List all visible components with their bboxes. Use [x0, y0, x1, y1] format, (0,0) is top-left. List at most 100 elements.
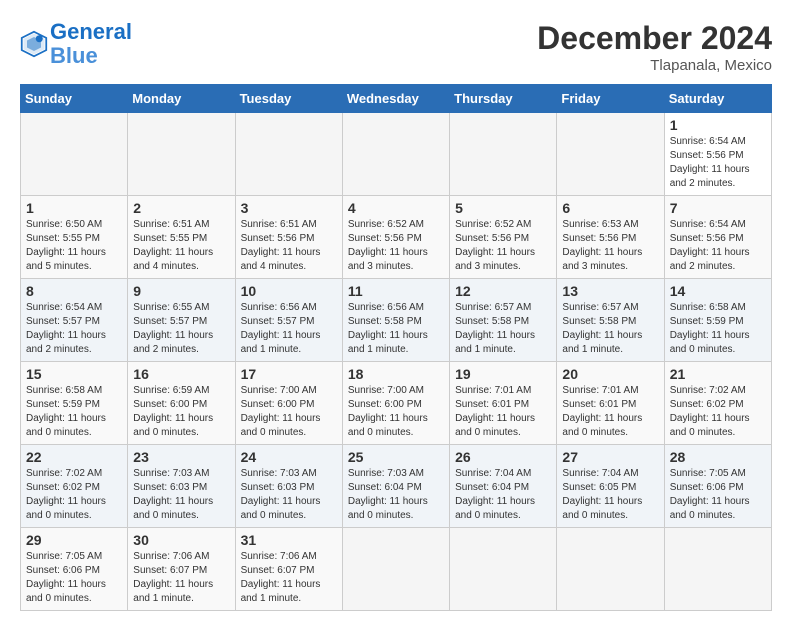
calendar-day-cell: 1 Sunrise: 6:54 AM Sunset: 5:56 PM Dayli…: [664, 113, 771, 196]
day-info: Sunrise: 7:02 AM Sunset: 6:02 PM Dayligh…: [670, 384, 766, 440]
day-number: 18: [348, 366, 444, 382]
empty-cell: [557, 528, 664, 611]
day-info: Sunrise: 6:58 AM Sunset: 5:59 PM Dayligh…: [670, 301, 766, 357]
calendar-day-cell: 30 Sunrise: 7:06 AM Sunset: 6:07 PM Dayl…: [128, 528, 235, 611]
calendar-day-cell: 11 Sunrise: 6:56 AM Sunset: 5:58 PM Dayl…: [342, 279, 449, 362]
day-info: Sunrise: 6:53 AM Sunset: 5:56 PM Dayligh…: [562, 218, 658, 274]
day-number: 11: [348, 283, 444, 299]
calendar-week-row: 1 Sunrise: 6:50 AM Sunset: 5:55 PM Dayli…: [21, 196, 772, 279]
day-number: 12: [455, 283, 551, 299]
calendar-day-cell: 10 Sunrise: 6:56 AM Sunset: 5:57 PM Dayl…: [235, 279, 342, 362]
calendar-day-cell: 16 Sunrise: 6:59 AM Sunset: 6:00 PM Dayl…: [128, 362, 235, 445]
weekday-header-row: SundayMondayTuesdayWednesdayThursdayFrid…: [21, 85, 772, 113]
day-number: 19: [455, 366, 551, 382]
calendar-day-cell: 25 Sunrise: 7:03 AM Sunset: 6:04 PM Dayl…: [342, 445, 449, 528]
calendar-day-cell: 21 Sunrise: 7:02 AM Sunset: 6:02 PM Dayl…: [664, 362, 771, 445]
day-number: 20: [562, 366, 658, 382]
weekday-header-sunday: Sunday: [21, 85, 128, 113]
day-info: Sunrise: 7:00 AM Sunset: 6:00 PM Dayligh…: [241, 384, 337, 440]
day-number: 27: [562, 449, 658, 465]
day-info: Sunrise: 6:54 AM Sunset: 5:57 PM Dayligh…: [26, 301, 122, 357]
day-number: 6: [562, 200, 658, 216]
calendar-week-row: 8 Sunrise: 6:54 AM Sunset: 5:57 PM Dayli…: [21, 279, 772, 362]
day-number: 25: [348, 449, 444, 465]
day-number: 31: [241, 532, 337, 548]
day-number: 1: [670, 117, 766, 133]
empty-cell: [235, 113, 342, 196]
calendar-day-cell: 2 Sunrise: 6:51 AM Sunset: 5:55 PM Dayli…: [128, 196, 235, 279]
day-number: 14: [670, 283, 766, 299]
empty-cell: [664, 528, 771, 611]
day-info: Sunrise: 6:56 AM Sunset: 5:57 PM Dayligh…: [241, 301, 337, 357]
empty-cell: [21, 113, 128, 196]
day-number: 1: [26, 200, 122, 216]
calendar-table: SundayMondayTuesdayWednesdayThursdayFrid…: [20, 84, 772, 611]
weekday-header-tuesday: Tuesday: [235, 85, 342, 113]
day-number: 3: [241, 200, 337, 216]
day-number: 8: [26, 283, 122, 299]
day-info: Sunrise: 6:58 AM Sunset: 5:59 PM Dayligh…: [26, 384, 122, 440]
day-info: Sunrise: 7:03 AM Sunset: 6:04 PM Dayligh…: [348, 467, 444, 523]
month-title: December 2024: [537, 20, 772, 57]
day-info: Sunrise: 6:57 AM Sunset: 5:58 PM Dayligh…: [562, 301, 658, 357]
day-number: 15: [26, 366, 122, 382]
calendar-day-cell: 8 Sunrise: 6:54 AM Sunset: 5:57 PM Dayli…: [21, 279, 128, 362]
title-block: December 2024 Tlapanala, Mexico: [537, 20, 772, 74]
calendar-week-row: 1 Sunrise: 6:54 AM Sunset: 5:56 PM Dayli…: [21, 113, 772, 196]
day-info: Sunrise: 6:51 AM Sunset: 5:56 PM Dayligh…: [241, 218, 337, 274]
calendar-day-cell: 24 Sunrise: 7:03 AM Sunset: 6:03 PM Dayl…: [235, 445, 342, 528]
day-info: Sunrise: 6:54 AM Sunset: 5:56 PM Dayligh…: [670, 218, 766, 274]
day-info: Sunrise: 6:52 AM Sunset: 5:56 PM Dayligh…: [455, 218, 551, 274]
day-number: 26: [455, 449, 551, 465]
day-number: 24: [241, 449, 337, 465]
day-number: 23: [133, 449, 229, 465]
day-number: 21: [670, 366, 766, 382]
calendar-day-cell: 28 Sunrise: 7:05 AM Sunset: 6:06 PM Dayl…: [664, 445, 771, 528]
calendar-day-cell: 18 Sunrise: 7:00 AM Sunset: 6:00 PM Dayl…: [342, 362, 449, 445]
logo-text: GeneralBlue: [50, 20, 132, 68]
day-info: Sunrise: 7:01 AM Sunset: 6:01 PM Dayligh…: [455, 384, 551, 440]
empty-cell: [342, 113, 449, 196]
calendar-day-cell: 9 Sunrise: 6:55 AM Sunset: 5:57 PM Dayli…: [128, 279, 235, 362]
day-info: Sunrise: 7:06 AM Sunset: 6:07 PM Dayligh…: [133, 550, 229, 606]
day-info: Sunrise: 6:56 AM Sunset: 5:58 PM Dayligh…: [348, 301, 444, 357]
calendar-day-cell: 23 Sunrise: 7:03 AM Sunset: 6:03 PM Dayl…: [128, 445, 235, 528]
calendar-day-cell: 14 Sunrise: 6:58 AM Sunset: 5:59 PM Dayl…: [664, 279, 771, 362]
day-number: 17: [241, 366, 337, 382]
weekday-header-saturday: Saturday: [664, 85, 771, 113]
calendar-day-cell: 22 Sunrise: 7:02 AM Sunset: 6:02 PM Dayl…: [21, 445, 128, 528]
day-info: Sunrise: 7:02 AM Sunset: 6:02 PM Dayligh…: [26, 467, 122, 523]
day-info: Sunrise: 7:05 AM Sunset: 6:06 PM Dayligh…: [26, 550, 122, 606]
calendar-week-row: 15 Sunrise: 6:58 AM Sunset: 5:59 PM Dayl…: [21, 362, 772, 445]
logo-icon: [20, 30, 48, 58]
day-info: Sunrise: 6:51 AM Sunset: 5:55 PM Dayligh…: [133, 218, 229, 274]
calendar-day-cell: 20 Sunrise: 7:01 AM Sunset: 6:01 PM Dayl…: [557, 362, 664, 445]
calendar-day-cell: 26 Sunrise: 7:04 AM Sunset: 6:04 PM Dayl…: [450, 445, 557, 528]
day-info: Sunrise: 6:54 AM Sunset: 5:56 PM Dayligh…: [670, 135, 766, 191]
day-info: Sunrise: 6:52 AM Sunset: 5:56 PM Dayligh…: [348, 218, 444, 274]
day-number: 29: [26, 532, 122, 548]
day-number: 16: [133, 366, 229, 382]
calendar-day-cell: 7 Sunrise: 6:54 AM Sunset: 5:56 PM Dayli…: [664, 196, 771, 279]
empty-cell: [450, 528, 557, 611]
day-info: Sunrise: 6:59 AM Sunset: 6:00 PM Dayligh…: [133, 384, 229, 440]
calendar-day-cell: 4 Sunrise: 6:52 AM Sunset: 5:56 PM Dayli…: [342, 196, 449, 279]
day-number: 4: [348, 200, 444, 216]
empty-cell: [342, 528, 449, 611]
calendar-day-cell: 27 Sunrise: 7:04 AM Sunset: 6:05 PM Dayl…: [557, 445, 664, 528]
day-number: 30: [133, 532, 229, 548]
weekday-header-friday: Friday: [557, 85, 664, 113]
calendar-day-cell: 6 Sunrise: 6:53 AM Sunset: 5:56 PM Dayli…: [557, 196, 664, 279]
calendar-day-cell: 15 Sunrise: 6:58 AM Sunset: 5:59 PM Dayl…: [21, 362, 128, 445]
day-number: 2: [133, 200, 229, 216]
day-number: 13: [562, 283, 658, 299]
day-number: 5: [455, 200, 551, 216]
weekday-header-wednesday: Wednesday: [342, 85, 449, 113]
calendar-week-row: 29 Sunrise: 7:05 AM Sunset: 6:06 PM Dayl…: [21, 528, 772, 611]
calendar-day-cell: 13 Sunrise: 6:57 AM Sunset: 5:58 PM Dayl…: [557, 279, 664, 362]
calendar-day-cell: 5 Sunrise: 6:52 AM Sunset: 5:56 PM Dayli…: [450, 196, 557, 279]
day-info: Sunrise: 6:57 AM Sunset: 5:58 PM Dayligh…: [455, 301, 551, 357]
calendar-day-cell: 29 Sunrise: 7:05 AM Sunset: 6:06 PM Dayl…: [21, 528, 128, 611]
day-info: Sunrise: 7:00 AM Sunset: 6:00 PM Dayligh…: [348, 384, 444, 440]
day-info: Sunrise: 7:04 AM Sunset: 6:04 PM Dayligh…: [455, 467, 551, 523]
